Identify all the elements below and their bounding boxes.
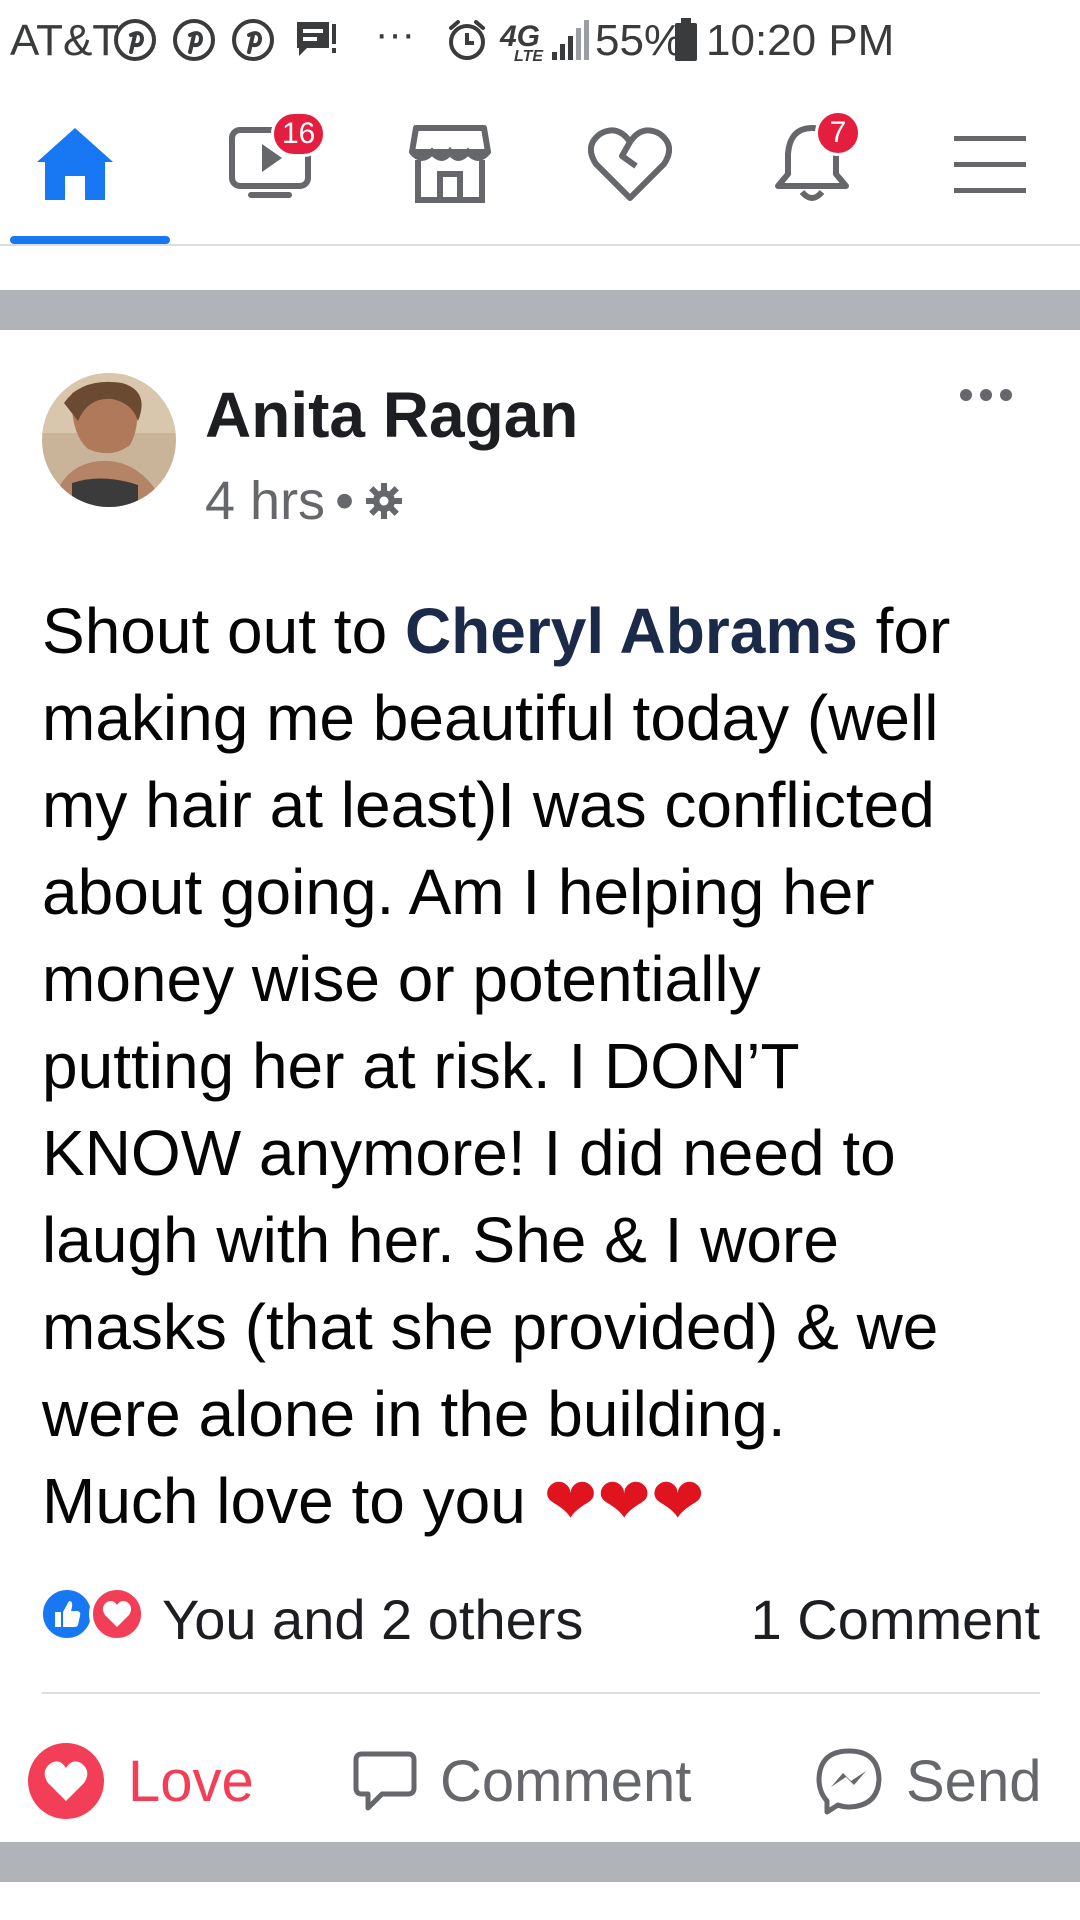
comments-count[interactable]: 1 Comment (751, 1587, 1040, 1652)
active-tab-indicator (10, 236, 170, 244)
avatar[interactable] (42, 373, 176, 507)
tab-watch[interactable]: 16 (195, 84, 345, 244)
tab-menu[interactable] (915, 84, 1065, 244)
messenger-icon (816, 1748, 882, 1815)
send-button[interactable]: Send (814, 1726, 1041, 1836)
comment-button[interactable]: Comment (352, 1726, 691, 1836)
alarm-icon (449, 20, 485, 60)
post-body-line: KNOW anymore! I did need to (42, 1117, 896, 1189)
love-reaction-icon (89, 1586, 145, 1642)
pinterest-icon (232, 19, 274, 61)
watch-badge: 16 (271, 111, 327, 157)
post-body-line: putting her at risk. I DON’T (42, 1030, 800, 1102)
clock: 10:20 PM (706, 16, 895, 65)
privacy-gear-icon (365, 483, 402, 519)
post-body-line: my hair at least)I was conflicted (42, 769, 935, 841)
tab-dating[interactable] (555, 84, 705, 244)
signal-icon (552, 20, 589, 60)
pinterest-icon (173, 19, 215, 61)
post-body-line: masks (that she provided) & we (42, 1291, 939, 1363)
profile-photo (42, 373, 176, 507)
post-body-line: making me beautiful today (well (42, 682, 939, 754)
heart-outline-icon (588, 127, 672, 201)
message-notification-icon (297, 22, 336, 56)
send-label: Send (906, 1748, 1042, 1814)
top-nav-bar: 16 7 (0, 84, 1080, 246)
post-author[interactable]: Anita Ragan (205, 378, 578, 452)
marketplace-icon (409, 125, 491, 203)
post-time[interactable]: 4 hrs (205, 470, 325, 532)
reactions-summary[interactable]: You and 2 others (162, 1587, 583, 1652)
notifications-badge: 7 (815, 110, 861, 156)
carrier-label: AT&T (10, 16, 120, 65)
heart-emoji: ❤❤❤ (543, 1465, 705, 1537)
feed-separator (0, 1842, 1080, 1882)
home-icon (37, 128, 113, 200)
battery-icon (675, 18, 697, 61)
meta-separator: • (335, 471, 354, 531)
battery-percent: 55% (595, 16, 684, 65)
more-options-icon[interactable] (958, 385, 1014, 405)
post-body-line: about going. Am I helping her (42, 856, 875, 928)
reaction-icons[interactable] (38, 1585, 146, 1643)
post-body-line: were alone in the building. (42, 1378, 786, 1450)
post-body-line: Much love to you ❤❤❤ (42, 1465, 705, 1537)
comment-icon (353, 1751, 417, 1811)
post-body-line: money wise or potentially (42, 943, 761, 1015)
love-filled-icon (28, 1743, 104, 1819)
post-body-line: laugh with her. She & I wore (42, 1204, 839, 1276)
actions-divider (42, 1692, 1040, 1694)
comment-label: Comment (440, 1748, 692, 1814)
network-subtype: LTE (514, 48, 544, 65)
mention-link[interactable]: Cheryl Abrams (405, 595, 858, 667)
love-label: Love (128, 1748, 254, 1814)
feed-separator (0, 290, 1080, 330)
more-notifications-indicator: ··· (375, 12, 415, 56)
pinterest-icon (114, 19, 156, 61)
love-button[interactable]: Love (26, 1726, 254, 1836)
tab-home[interactable] (0, 84, 150, 244)
post-body: Shout out to Cheryl Abrams for making me… (42, 588, 1052, 1545)
status-bar: AT&T ··· 4G LTE 55% 10:20 PM (0, 0, 1080, 84)
tab-notifications[interactable]: 7 (737, 84, 887, 244)
hamburger-menu-icon (954, 136, 1026, 193)
post-meta: 4 hrs • (205, 470, 404, 532)
post-text: for (857, 595, 951, 667)
post-text: Shout out to (42, 595, 405, 667)
tab-marketplace[interactable] (375, 84, 525, 244)
post-body-line: Shout out to Cheryl Abrams for (42, 588, 1052, 675)
